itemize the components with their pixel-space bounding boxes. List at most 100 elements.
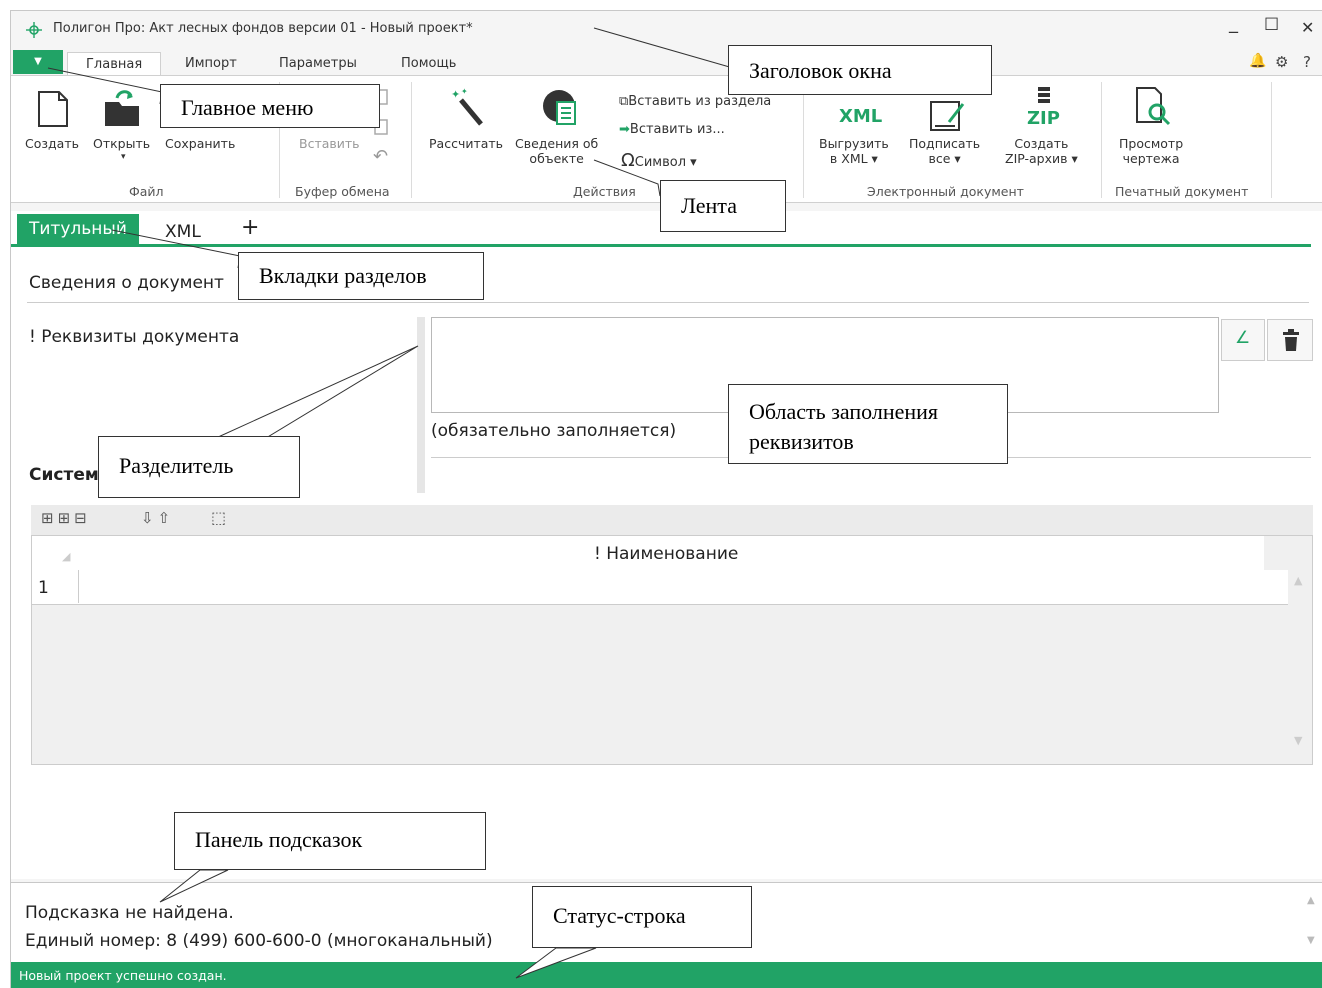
object-info-line1: Сведения об <box>515 136 599 151</box>
help-icon[interactable]: ? <box>1303 53 1311 71</box>
callout-splitter: Разделитель <box>98 436 300 498</box>
group-separator <box>411 82 412 198</box>
grid-header-row: ◢ ! Наименование <box>32 536 1264 571</box>
zip-icon: ZIP <box>1027 108 1060 129</box>
callout-section-tabs: Вкладки разделов <box>238 252 484 300</box>
symbol-label: Символ ▾ <box>634 155 697 170</box>
callout-fill-area-line1: Область заполнения <box>749 399 939 424</box>
export-xml-line1: Выгрузить <box>819 136 889 151</box>
bell-icon[interactable]: 🔔 <box>1249 53 1266 69</box>
hint-scroll-up-icon[interactable]: ▲ <box>1307 895 1315 906</box>
splitter[interactable] <box>417 317 425 493</box>
calculate-button[interactable]: Рассчитать <box>429 136 503 151</box>
insert-from-section-button[interactable]: ⧉Вставить из раздела <box>619 94 771 109</box>
save-button[interactable]: Сохранить <box>165 136 235 151</box>
export-xml-line2: в XML ▾ <box>829 151 878 166</box>
group-separator <box>1271 82 1272 198</box>
archive-icon <box>1038 87 1050 103</box>
gear-icon[interactable]: ⚙ <box>1275 53 1288 71</box>
callout-main-menu: Главное меню <box>160 84 380 128</box>
group-separator <box>1101 82 1102 198</box>
svg-text:✦: ✦ <box>451 88 460 101</box>
scroll-up-icon[interactable]: ▲ <box>1294 574 1302 587</box>
new-file-icon <box>38 91 68 127</box>
grid-toolbar: ⊞⊞⊟ ⇩⇧ ⬚ <box>31 505 1313 535</box>
title-bar[interactable]: Полигон Про: Акт лесных фондов версии 01… <box>11 11 1322 49</box>
trash-icon <box>1283 329 1299 351</box>
callout-fill-area-line2: реквизитов <box>749 429 854 454</box>
ribbon-tab-bar: ▼ Главная Импорт Параметры Помощь 🔔 ⚙ ? <box>11 49 1322 76</box>
tab-home[interactable]: Главная <box>67 52 162 76</box>
app-logo-icon <box>26 22 42 38</box>
grid: ◢ ! Наименование 1 ▲ ▼ <box>31 535 1313 765</box>
symbol-button[interactable]: ΩСимвол ▾ <box>621 150 697 171</box>
undo-icon[interactable]: ↶ <box>373 146 388 167</box>
insert-from-section-label: Вставить из раздела <box>628 94 772 109</box>
section-tab-title[interactable]: Титульный <box>17 214 139 244</box>
main-content: Сведения о документ ! Реквизиты документ… <box>11 247 1322 879</box>
open-dropdown-icon[interactable]: ▾ <box>121 152 126 162</box>
insert-section-icon: ⧉ <box>619 94 629 109</box>
requisites-label: ! Реквизиты документа <box>29 327 240 347</box>
divider <box>27 302 1309 303</box>
required-note: (обязательно заполняется) <box>431 421 677 441</box>
tab-help[interactable]: Помощь <box>397 52 460 75</box>
create-button[interactable]: Создать <box>25 136 79 151</box>
magic-wand-icon: ✦ ✦ <box>451 87 483 126</box>
create-zip-line2: ZIP-архив ▾ <box>1005 151 1078 166</box>
export-xml-button[interactable]: Выгрузить в XML ▾ <box>819 136 889 166</box>
svg-text:✦: ✦ <box>461 87 468 96</box>
paste-button[interactable]: Вставить <box>299 136 360 151</box>
object-info-icon <box>543 90 576 125</box>
sign-all-line1: Подписать <box>909 136 981 151</box>
hint-scroll-down-icon[interactable]: ▼ <box>1307 935 1315 946</box>
status-bar: Новый проект успешно создан. <box>11 962 1322 988</box>
tab-import[interactable]: Импорт <box>181 52 241 75</box>
main-menu-button[interactable]: ▼ <box>13 50 63 74</box>
doc-info-header: Сведения о документ <box>29 273 224 293</box>
sign-all-line2: все ▾ <box>928 151 961 166</box>
pencil-icon: ∠ <box>1235 328 1251 348</box>
preview-line1: Просмотр <box>1119 136 1184 151</box>
insert-from-label: Вставить из... <box>629 122 725 137</box>
grid-move-tools-icon[interactable]: ⇩⇧ <box>141 509 174 527</box>
grid-fit-icon[interactable]: ⬚ <box>211 508 226 527</box>
open-folder-icon <box>105 90 139 126</box>
table-row[interactable]: 1 <box>32 570 1288 605</box>
create-zip-button[interactable]: Создать ZIP-архив ▾ <box>1005 136 1078 166</box>
object-info-button[interactable]: Сведения об объекте <box>515 136 598 166</box>
hint-phone: Единый номер: 8 (499) 600-600-0 (многока… <box>25 931 493 951</box>
grid-corner-icon: ◢ <box>62 550 71 563</box>
group-separator <box>803 82 804 198</box>
close-button[interactable]: ✕ <box>1301 18 1314 37</box>
grid-row-tools-icon[interactable]: ⊞⊞⊟ <box>41 509 91 527</box>
sign-all-button[interactable]: Подписать все ▾ <box>909 136 980 166</box>
open-button[interactable]: Открыть <box>93 136 150 151</box>
callout-hint-panel: Панель подсказок <box>174 812 486 870</box>
delete-button[interactable] <box>1267 319 1313 361</box>
minimize-button[interactable]: _ <box>1229 13 1238 34</box>
edit-button[interactable]: ∠ <box>1221 319 1265 361</box>
add-section-button[interactable]: + <box>241 213 259 243</box>
scroll-down-icon[interactable]: ▼ <box>1294 734 1302 747</box>
callout-ribbon: Лента <box>660 180 786 232</box>
insert-from-button[interactable]: ➡Вставить из... <box>619 122 725 137</box>
tab-parameters[interactable]: Параметры <box>275 52 361 75</box>
window-title: Полигон Про: Акт лесных фондов версии 01… <box>53 21 473 36</box>
grid-cell-name[interactable] <box>78 570 1289 603</box>
status-text: Новый проект успешно создан. <box>19 968 227 983</box>
system-label: Систем <box>29 465 99 485</box>
insert-from-icon: ➡ <box>619 122 630 137</box>
maximize-button[interactable]: ☐ <box>1264 15 1279 35</box>
preview-drawing-button[interactable]: Просмотр чертежа <box>1119 136 1183 166</box>
section-tab-xml[interactable]: XML <box>165 217 201 247</box>
grid-header-name: ! Наименование <box>594 544 739 564</box>
preview-drawing-icon <box>1136 87 1171 126</box>
row-number: 1 <box>38 578 49 598</box>
group-clipboard-label: Буфер обмена <box>295 184 390 199</box>
create-zip-line1: Создать <box>1014 136 1069 151</box>
omega-icon: Ω <box>621 150 635 171</box>
group-print-label: Печатный документ <box>1115 184 1249 199</box>
callout-title: Заголовок окна <box>728 45 992 95</box>
preview-line2: чертежа <box>1122 151 1180 166</box>
